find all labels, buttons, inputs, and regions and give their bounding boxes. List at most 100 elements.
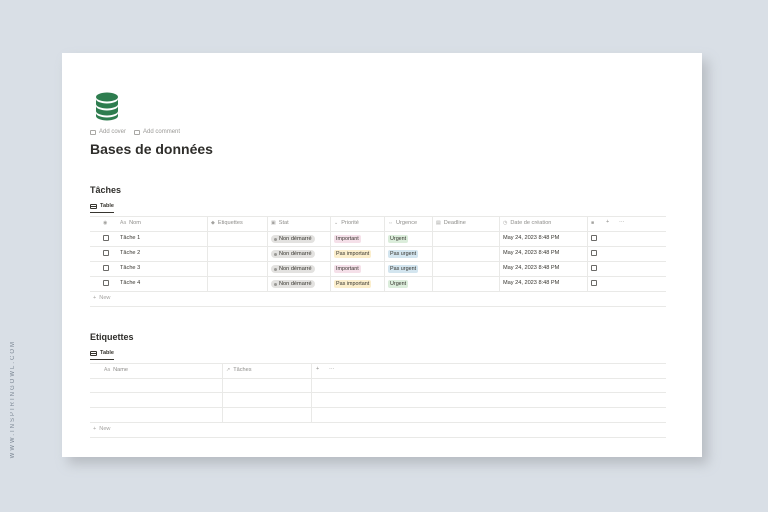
tag-icon: ◆	[211, 220, 215, 226]
column-header-urgence-label: Urgence	[396, 220, 418, 226]
column-header-urgence[interactable]: ⇔ Urgence	[388, 220, 417, 226]
row-1-done-checkbox[interactable]	[591, 235, 597, 241]
column-header-etiquettes-label: Etiquettes	[217, 220, 243, 226]
formula-icon: ▣	[271, 220, 276, 226]
row-2-priorite[interactable]: Pas important	[334, 250, 372, 258]
taches-table: ◉ Aa Nom ◆ Etiquettes ▣ Stat ⌄ Priorité ⇔ Urg…	[90, 216, 666, 308]
text-property-icon: Aa	[120, 220, 127, 226]
row-3-stat-label: Non démarré	[279, 266, 312, 272]
row-2-date: May 24, 2023 8:48 PM	[503, 250, 560, 256]
row-1-stat-label: Non démarré	[279, 236, 312, 242]
row-4-done-checkbox[interactable]	[591, 280, 597, 286]
checkbox-property-icon: ■	[591, 220, 595, 226]
row-4-priorite-tag: Pas important	[334, 280, 372, 288]
table-icon	[90, 203, 97, 209]
taches-view-tab[interactable]: Table	[90, 203, 114, 213]
row-3-done-checkbox[interactable]	[591, 265, 597, 271]
etiquettes-title[interactable]: Etiquettes	[90, 332, 134, 342]
new-row-label: New	[99, 295, 111, 301]
etiquettes-table: Aa Name ↗ Tâches + ··· + New	[90, 363, 666, 439]
row-1-urgence[interactable]: Urgent	[388, 235, 409, 243]
column-header-date-creation[interactable]: ◷ Date de création	[503, 220, 551, 226]
row-checkbox[interactable]	[103, 235, 109, 241]
new-row-button[interactable]: + New	[93, 426, 110, 432]
column-header-date-creation-label: Date de création	[510, 220, 552, 226]
row-3-priorite[interactable]: Important	[334, 265, 361, 273]
row-4-stat-label: Non démarré	[279, 281, 312, 287]
row-2-done-checkbox[interactable]	[591, 250, 597, 256]
row-2-stat: Non démarré	[271, 250, 315, 258]
column-header-deadline-label: Deadline	[443, 220, 466, 226]
watermark: WWW.INSPIRINGOWL.COM	[10, 340, 16, 459]
more-options-button[interactable]: ···	[619, 219, 625, 225]
add-column-button[interactable]: +	[606, 219, 609, 225]
table-icon	[90, 350, 97, 356]
calendar-icon: ▤	[436, 220, 441, 226]
row-3-stat: Non démarré	[271, 265, 315, 273]
row-4-nom[interactable]: Tâche 4	[120, 280, 140, 286]
row-checkbox[interactable]	[103, 265, 109, 271]
new-row-label: New	[99, 426, 111, 432]
column-header-taches[interactable]: ↗ Tâches	[226, 367, 252, 373]
row-4-date: May 24, 2023 8:48 PM	[503, 280, 560, 286]
image-icon	[90, 129, 96, 135]
etiquettes-view-tab[interactable]: Table	[90, 350, 114, 360]
row-1-priorite[interactable]: Important	[334, 235, 361, 243]
column-header-stat[interactable]: ▣ Stat	[271, 220, 289, 226]
column-header-priorite-label: Priorité	[341, 220, 359, 226]
column-header-checkbox[interactable]: ■	[591, 220, 594, 226]
row-1-stat: Non démarré	[271, 235, 315, 243]
plus-icon: +	[93, 295, 97, 301]
column-header-deadline[interactable]: ▤ Deadline	[436, 220, 466, 226]
row-4-priorite[interactable]: Pas important	[334, 280, 372, 288]
page-actions: Add cover Add comment	[90, 129, 180, 135]
row-2-stat-label: Non démarré	[279, 251, 312, 257]
row-3-date: May 24, 2023 8:48 PM	[503, 265, 560, 271]
clock-icon: ◷	[503, 220, 508, 226]
row-2-nom[interactable]: Tâche 2	[120, 250, 140, 256]
row-3-urgence[interactable]: Pas urgent	[388, 265, 419, 273]
check-circle-icon: ◉	[103, 220, 108, 226]
select-all-checkbox[interactable]: ◉	[103, 220, 107, 226]
relation-arrow-icon: ↗	[226, 367, 231, 373]
relation-icon: ⇔	[388, 220, 393, 226]
column-header-taches-label: Tâches	[233, 367, 252, 373]
column-header-nom-label: Nom	[129, 220, 141, 226]
row-2-urgence[interactable]: Pas urgent	[388, 250, 419, 258]
row-3-nom[interactable]: Tâche 3	[120, 265, 140, 271]
column-header-priorite[interactable]: ⌄ Priorité	[334, 220, 359, 226]
row-checkbox[interactable]	[103, 280, 109, 286]
plus-icon: +	[93, 426, 97, 432]
row-4-stat: Non démarré	[271, 280, 315, 288]
row-2-urgence-tag: Pas urgent	[388, 250, 419, 258]
add-cover-label: Add cover	[99, 129, 127, 135]
column-header-stat-label: Stat	[278, 220, 289, 226]
row-3-urgence-tag: Pas urgent	[388, 265, 419, 273]
notion-page: Add cover Add comment Bases de données T…	[62, 53, 702, 457]
taches-title[interactable]: Tâches	[90, 185, 121, 195]
row-4-urgence-tag: Urgent	[388, 280, 409, 288]
add-column-button[interactable]: +	[316, 366, 319, 372]
etiquettes-view-tab-label: Table	[100, 350, 114, 356]
more-options-button[interactable]: ···	[329, 366, 335, 372]
column-header-nom[interactable]: Aa Nom	[120, 220, 141, 226]
row-1-date: May 24, 2023 8:48 PM	[503, 235, 560, 241]
row-checkbox[interactable]	[103, 250, 109, 256]
add-comment-label: Add comment	[143, 129, 181, 135]
page-title[interactable]: Bases de données	[90, 141, 213, 157]
database-icon[interactable]	[95, 91, 119, 121]
add-comment-button[interactable]: Add comment	[134, 129, 180, 135]
add-cover-button[interactable]: Add cover	[90, 129, 126, 135]
row-1-priorite-tag: Important	[334, 235, 361, 243]
column-header-name-label: Name	[113, 367, 129, 373]
row-4-urgence[interactable]: Urgent	[388, 280, 409, 288]
comment-icon	[134, 129, 141, 135]
row-1-urgence-tag: Urgent	[388, 235, 409, 243]
select-icon: ⌄	[334, 220, 339, 226]
column-header-name[interactable]: Aa Name	[104, 367, 128, 373]
new-row-button[interactable]: + New	[93, 295, 110, 301]
row-3-priorite-tag: Important	[334, 265, 361, 273]
column-header-etiquettes[interactable]: ◆ Etiquettes	[211, 220, 243, 226]
row-1-nom[interactable]: Tâche 1	[120, 235, 140, 241]
taches-view-tab-label: Table	[100, 203, 114, 209]
